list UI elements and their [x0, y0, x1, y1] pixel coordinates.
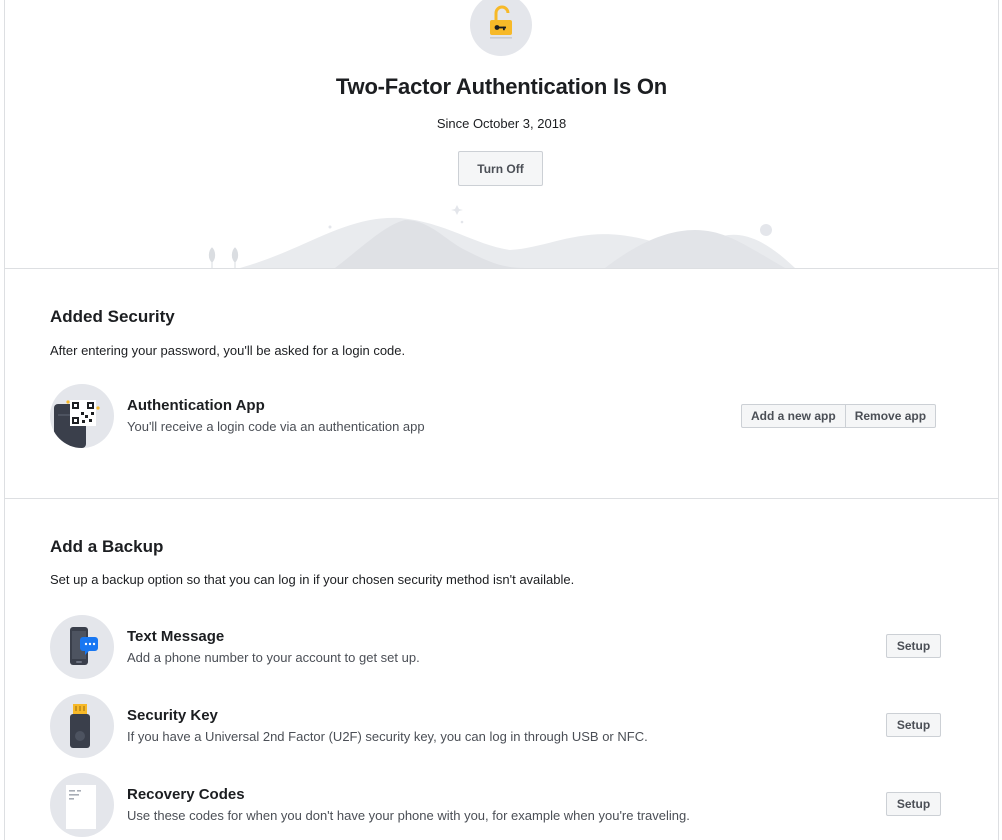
text-message-description: Add a phone number to your account to ge…	[127, 650, 420, 665]
enabled-since-date: Since October 3, 2018	[436, 116, 567, 131]
add-backup-heading: Add a Backup	[50, 537, 164, 556]
qr-code-phone-icon	[50, 384, 114, 448]
two-factor-status-header: Two-Factor Authentication Is On Since Oc…	[5, 0, 998, 269]
text-message-title: Text Message	[127, 628, 225, 645]
added-security-heading: Added Security	[50, 307, 175, 326]
turn-off-button[interactable]: Turn Off	[458, 151, 543, 186]
authentication-app-title: Authentication App	[127, 397, 265, 414]
add-new-app-button[interactable]: Add a new app	[741, 404, 846, 428]
security-key-description: If you have a Universal 2nd Factor (U2F)…	[127, 729, 648, 744]
section-divider	[5, 498, 998, 499]
authentication-app-description: You'll receive a login code via an authe…	[127, 419, 425, 434]
settings-panel: Two-Factor Authentication Is On Since Oc…	[4, 0, 999, 840]
page-title: Two-Factor Authentication Is On	[335, 74, 668, 99]
recovery-codes-description: Use these codes for when you don't have …	[127, 808, 690, 823]
unlocked-padlock-key-icon	[470, 0, 532, 56]
document-codes-icon	[50, 773, 114, 837]
phone-message-icon	[50, 615, 114, 679]
security-key-title: Security Key	[127, 707, 218, 724]
recovery-codes-setup-button[interactable]: Setup	[886, 792, 941, 816]
mountains-illustration	[208, 205, 795, 268]
authentication-app-actions: Add a new app Remove app	[741, 404, 937, 428]
text-message-setup-button[interactable]: Setup	[886, 634, 941, 658]
recovery-codes-title: Recovery Codes	[127, 786, 245, 803]
usb-key-icon	[50, 694, 114, 758]
add-backup-description: Set up a backup option so that you can l…	[50, 572, 575, 587]
security-key-setup-button[interactable]: Setup	[886, 713, 941, 737]
remove-app-button[interactable]: Remove app	[845, 404, 937, 428]
added-security-description: After entering your password, you'll be …	[50, 343, 406, 358]
